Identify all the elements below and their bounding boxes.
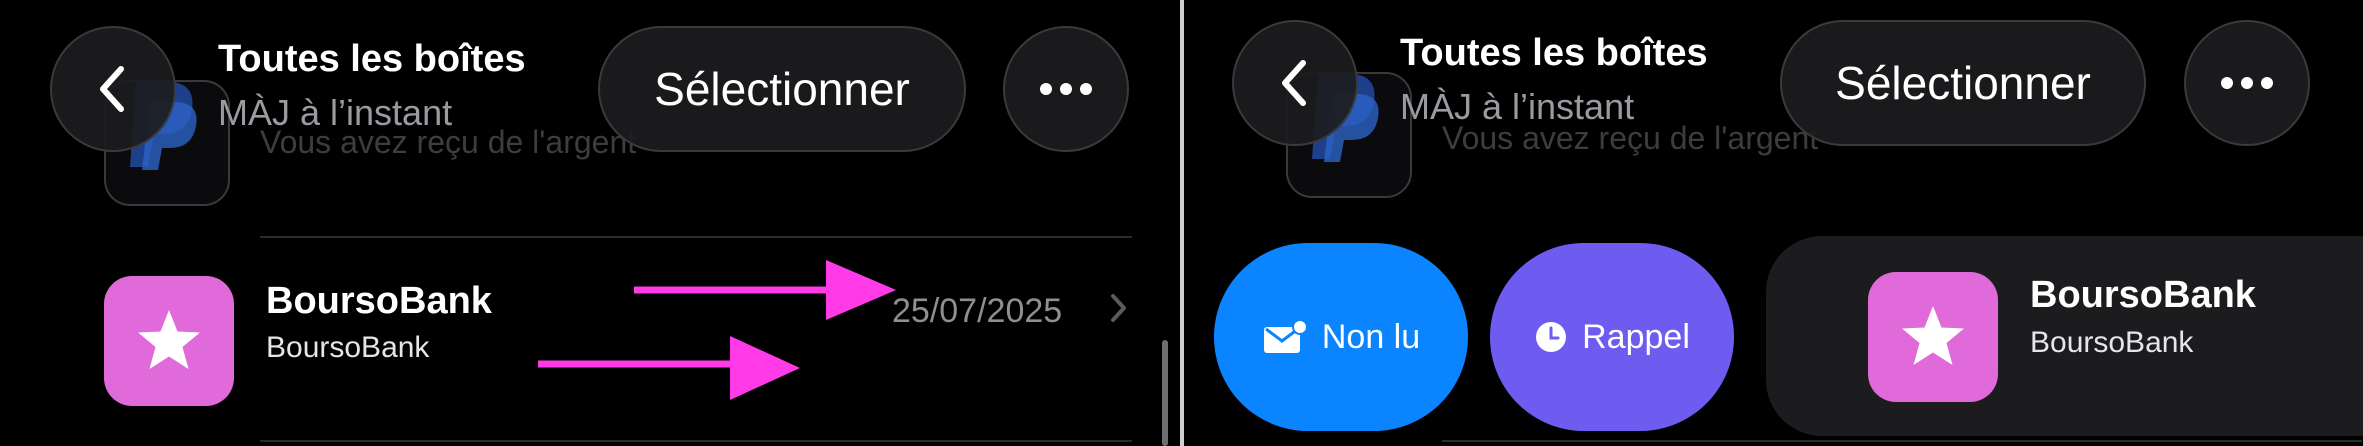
star-icon (138, 310, 200, 369)
swipe-arrow-annotation (634, 260, 896, 320)
select-button[interactable]: Sélectionner (1780, 20, 2146, 146)
update-status: MÀJ à l’instant (218, 92, 453, 133)
chevron-left-icon (1282, 60, 1306, 106)
update-status: MÀJ à l’instant (1400, 86, 1635, 127)
row-separator (260, 236, 1132, 238)
mark-unread-button[interactable]: Non lu (1214, 243, 1468, 431)
row-separator (260, 440, 1132, 442)
mail-list-before-swipe: Vous avez reçu de l'argent Toutes les bo… (0, 0, 1180, 446)
boursobank-app-icon (104, 276, 234, 406)
clock-icon (1536, 322, 1567, 352)
mail-list-after-swipe: Vous avez reçu de l'argent Toutes les bo… (1184, 0, 2363, 446)
scrollbar[interactable] (1162, 340, 1168, 446)
row-separator (1442, 440, 2362, 442)
more-button[interactable] (1003, 26, 1129, 152)
ellipsis-icon (1040, 83, 1092, 95)
mark-unread-label: Non lu (1321, 317, 1421, 356)
envelope-badge-icon (1263, 319, 1308, 353)
boursobank-app-icon (1868, 272, 1998, 402)
mailbox-title: Toutes les boîtes (218, 38, 526, 80)
select-button[interactable]: Sélectionner (598, 26, 966, 152)
star-icon (1902, 306, 1964, 365)
message-sender[interactable]: BoursoBank (266, 280, 492, 323)
mailbox-title: Toutes les boîtes (1400, 32, 1708, 74)
swipe-arrow-annotation (538, 336, 800, 400)
swiped-message-row[interactable]: BoursoBank BoursoBank (1766, 236, 2363, 436)
chevron-left-icon (100, 66, 124, 112)
message-preview: BoursoBank (2030, 326, 2194, 359)
back-button[interactable] (50, 26, 176, 152)
back-button[interactable] (1232, 20, 1358, 146)
message-preview: BoursoBank (266, 331, 430, 364)
remind-me-label: Rappel (1582, 317, 1690, 356)
more-button[interactable] (2184, 20, 2310, 146)
message-date: 25/07/2025 (892, 292, 1063, 330)
ellipsis-icon (2221, 77, 2273, 89)
message-sender: BoursoBank (2030, 274, 2256, 316)
chevron-right-icon[interactable] (1108, 292, 1128, 324)
remind-me-button[interactable]: Rappel (1490, 243, 1734, 431)
